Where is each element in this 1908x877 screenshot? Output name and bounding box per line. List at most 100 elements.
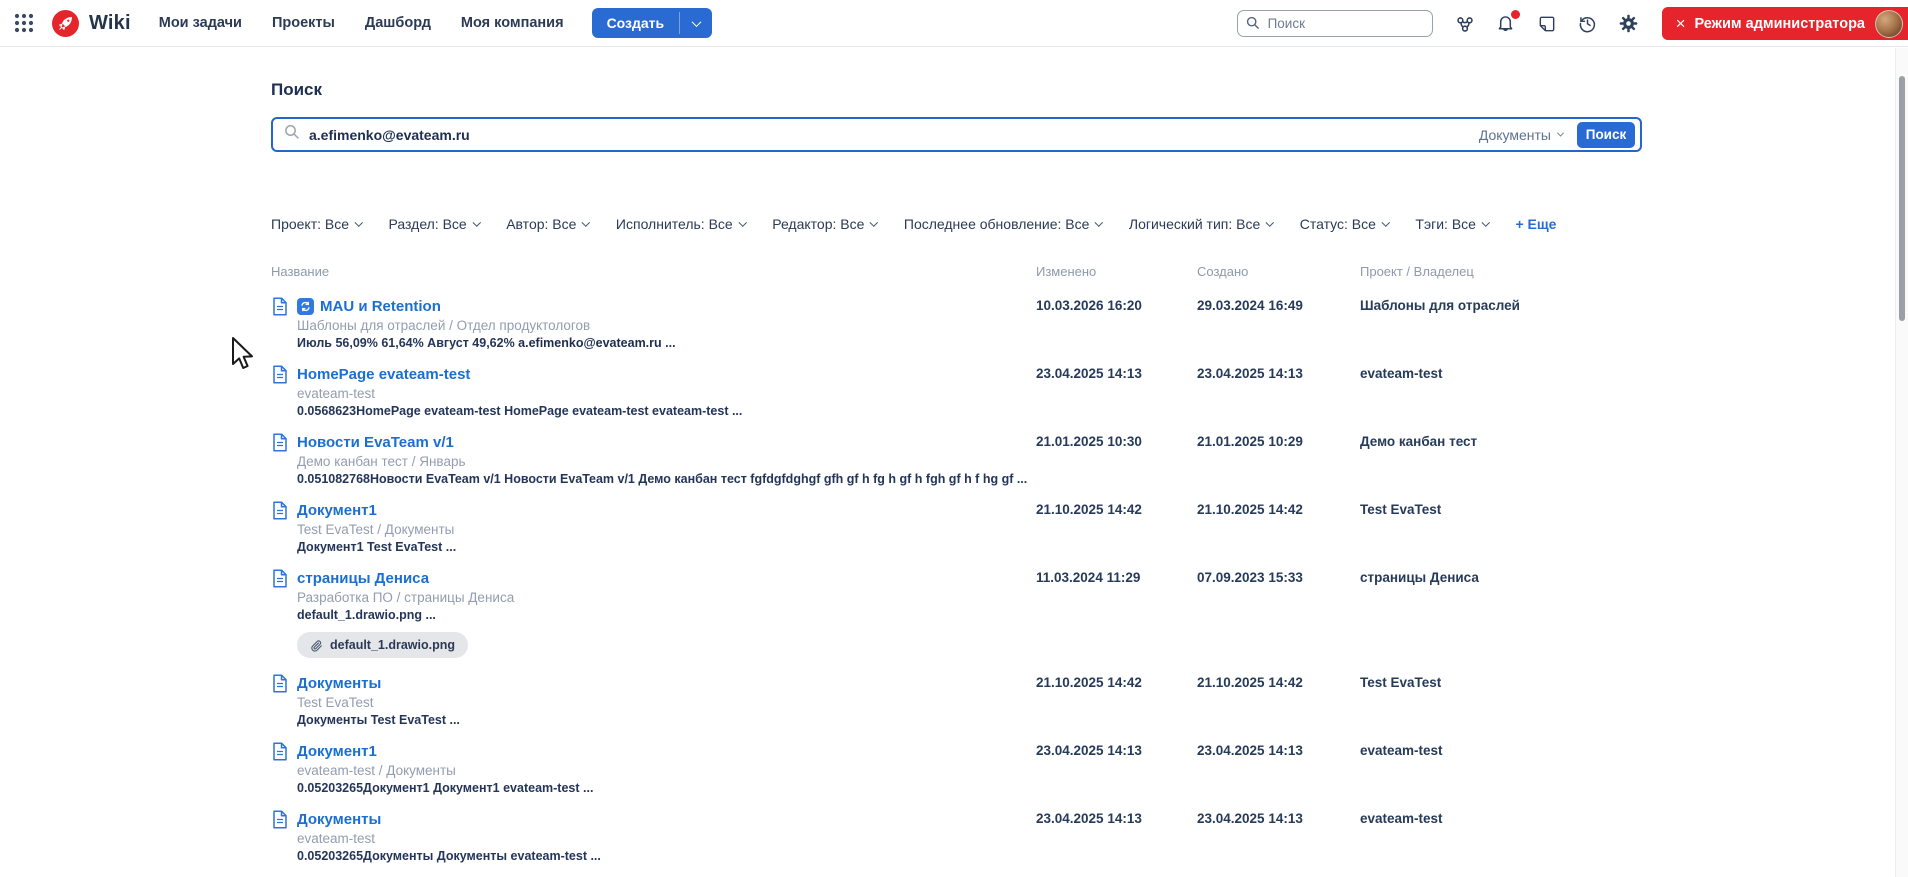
main-search-bar: Документы Поиск [271, 117, 1642, 152]
close-icon[interactable]: × [1676, 15, 1686, 32]
chevron-down-icon [870, 218, 879, 227]
filter-assignee[interactable]: Исполнитель: Все [616, 216, 747, 232]
navbar-left: Wiki Мои задачи Проекты Дашборд Моя комп… [0, 8, 713, 38]
result-breadcrumb: Test EvaTest / Документы [297, 522, 455, 537]
history-icon[interactable] [1576, 12, 1600, 36]
column-header-project-owner: Проект / Владелец [1360, 264, 1474, 279]
modified-date: 21.10.2025 14:42 [1036, 675, 1142, 690]
result-title-link[interactable]: HomePage evateam-test [297, 366, 470, 383]
modified-date: 23.04.2025 14:13 [1036, 811, 1142, 826]
result-title-link[interactable]: Новости EvaTeam v/1 [297, 434, 454, 451]
created-date: 07.09.2023 15:33 [1197, 570, 1303, 585]
column-header-name: Название [271, 264, 330, 279]
rocket-logo-icon[interactable] [52, 9, 79, 37]
chevron-down-icon [1556, 129, 1565, 137]
avatar[interactable] [1875, 9, 1903, 38]
result-title-link[interactable]: Документ1 [297, 743, 377, 760]
nav-item-my-tasks[interactable]: Мои задачи [159, 15, 242, 31]
column-header-created: Создано [1197, 264, 1249, 279]
result-snippet: Июль 56,09% 61,64% Август 49,62% a.efime… [297, 336, 676, 350]
project-owner: Test EvaTest [1360, 675, 1442, 690]
scrollbar-track[interactable] [1895, 48, 1908, 877]
filter-status[interactable]: Статус: Все [1300, 216, 1390, 232]
search-scope-dropdown[interactable]: Документы [1479, 127, 1565, 143]
filter-project[interactable]: Проект: Все [271, 216, 363, 232]
filter-editor[interactable]: Редактор: Все [772, 216, 879, 232]
result-breadcrumb: evateam-test [297, 831, 376, 846]
table-row: Документы evateam-test 0.05203265Докумен… [0, 809, 1908, 864]
created-date: 21.10.2025 14:42 [1197, 502, 1303, 517]
modified-date: 23.04.2025 14:13 [1036, 366, 1142, 381]
result-breadcrumb: Test EvaTest [297, 695, 374, 710]
table-row: Новости EvaTeam v/1 Демо канбан тест / Я… [0, 432, 1908, 487]
share-network-icon[interactable] [1453, 12, 1477, 36]
settings-gear-icon[interactable] [1617, 12, 1641, 36]
apps-grid-icon[interactable] [12, 11, 36, 35]
table-row: Документ1 evateam-test / Документы 0.052… [0, 741, 1908, 796]
app-title: Wiki [89, 11, 131, 34]
chevron-down-icon [1095, 218, 1104, 227]
project-owner: Test EvaTest [1360, 502, 1442, 517]
result-title-link[interactable]: Документ1 [297, 502, 377, 519]
modified-date: 21.01.2025 10:30 [1036, 434, 1142, 449]
top-navbar: Wiki Мои задачи Проекты Дашборд Моя комп… [0, 0, 1908, 47]
project-owner: Демо канбан тест [1360, 434, 1478, 449]
chevron-down-icon [472, 218, 481, 227]
filter-author[interactable]: Автор: Все [506, 216, 591, 232]
column-header-modified: Изменено [1036, 264, 1097, 279]
table-row: Документы Test EvaTest Документы Test Ev… [0, 673, 1908, 728]
created-date: 23.04.2025 14:13 [1197, 743, 1303, 758]
project-owner: evateam-test [1360, 743, 1443, 758]
result-snippet: 0.051082768Новости EvaTeam v/1 Новости E… [297, 472, 1028, 486]
created-date: 21.01.2025 10:29 [1197, 434, 1303, 449]
main-search-input[interactable] [309, 126, 1479, 143]
wiki-search-page: Wiki Мои задачи Проекты Дашборд Моя комп… [0, 0, 1908, 877]
more-filters-button[interactable]: + Еще [1515, 216, 1556, 232]
filter-tags[interactable]: Тэги: Все [1415, 216, 1490, 232]
filter-last-update[interactable]: Последнее обновление: Все [904, 216, 1104, 232]
admin-mode-button[interactable]: × Режим администратора [1661, 7, 1908, 40]
result-title-link[interactable]: Документы [297, 675, 381, 692]
search-submit-button[interactable]: Поиск [1577, 121, 1635, 148]
navbar-right: × Режим администратора [1236, 0, 1908, 47]
nav-item-my-company[interactable]: Моя компания [461, 15, 564, 31]
result-breadcrumb: Разработка ПО / страницы Дениса [297, 590, 515, 605]
navbar-search-input[interactable] [1236, 10, 1433, 37]
created-date: 29.03.2024 16:49 [1197, 298, 1303, 313]
scrollbar-thumb[interactable] [1899, 76, 1905, 321]
created-date: 23.04.2025 14:13 [1197, 366, 1303, 381]
attachment-name: default_1.drawio.png [330, 638, 456, 652]
navbar-search [1236, 10, 1433, 37]
nav-item-dashboard[interactable]: Дашборд [365, 15, 431, 31]
document-icon [272, 500, 289, 520]
create-dropdown-toggle[interactable] [680, 8, 712, 38]
navbar-links: Мои задачи Проекты Дашборд Моя компания [159, 15, 564, 31]
result-snippet: 0.0568623HomePage evateam-test HomePage … [297, 404, 743, 418]
chevron-down-icon [354, 218, 363, 227]
nav-item-projects[interactable]: Проекты [272, 15, 335, 31]
notifications-bell-icon[interactable] [1494, 9, 1520, 36]
table-row: Документ1 Test EvaTest / Документы Докум… [0, 500, 1908, 555]
table-row: страницы Дениса Разработка ПО / страницы… [0, 568, 1908, 660]
chevron-down-icon [738, 218, 747, 227]
result-breadcrumb: Шаблоны для отраслей / Отдел продуктолог… [297, 318, 591, 333]
result-title-link[interactable]: Документы [297, 811, 381, 828]
result-snippet: Документы Test EvaTest ... [297, 713, 460, 727]
admin-mode-label: Режим администратора [1694, 15, 1866, 32]
result-title-link[interactable]: MAU и Retention [320, 298, 441, 315]
create-button[interactable]: Создать [591, 8, 713, 38]
result-title-link[interactable]: страницы Дениса [297, 570, 429, 587]
document-icon [272, 364, 289, 384]
chevron-down-icon [1381, 218, 1390, 227]
result-breadcrumb: evateam-test [297, 386, 376, 401]
filter-logical-type[interactable]: Логический тип: Все [1129, 216, 1274, 232]
result-snippet: 0.05203265Документы Документы evateam-te… [297, 849, 601, 863]
attachment-chip[interactable]: default_1.drawio.png [297, 632, 469, 658]
modified-date: 21.10.2025 14:42 [1036, 502, 1142, 517]
notes-page-icon[interactable] [1535, 12, 1559, 36]
document-icon [272, 432, 289, 452]
modified-date: 11.03.2024 11:29 [1036, 570, 1141, 585]
filter-section[interactable]: Раздел: Все [389, 216, 481, 232]
chevron-down-icon [1481, 218, 1490, 227]
create-button-label: Создать [606, 15, 665, 31]
